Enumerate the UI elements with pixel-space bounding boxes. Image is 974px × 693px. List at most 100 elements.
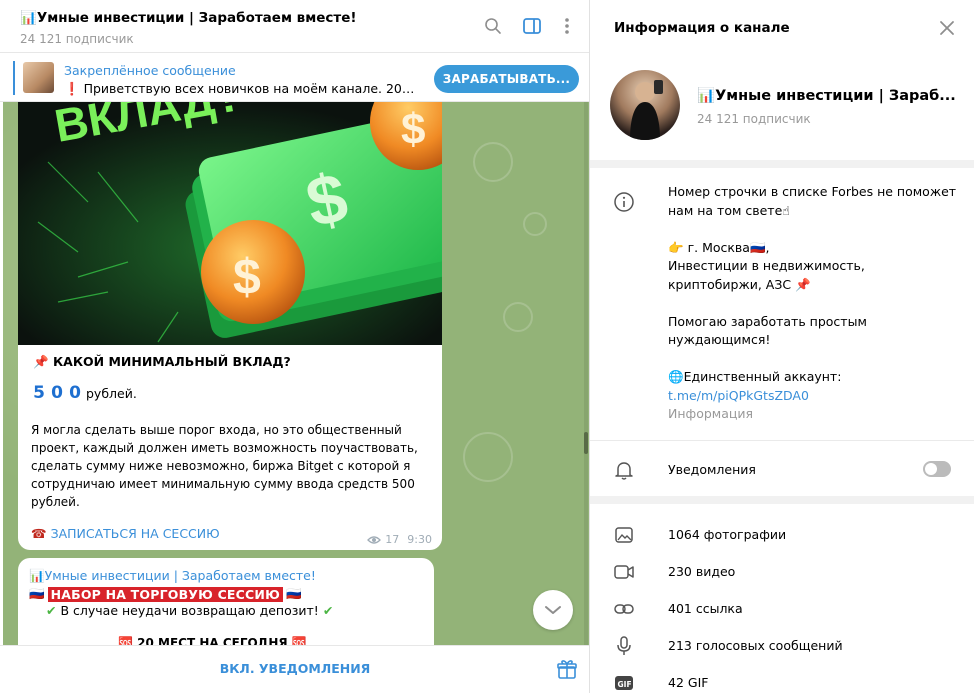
session-tag: НАБОР НА ТОРГОВУЮ СЕССИЮ [47,586,283,602]
views-count: 17 [385,533,400,546]
amount-line: 5 0 0 рублей. [32,385,137,402]
deposit-line: ✔ В случае неудачи возвращаю депозит! ✔ [46,603,333,618]
session-banner: 🇷🇺 НАБОР НА ТОРГОВУЮ СЕССИЮ 🇷🇺 [29,586,302,602]
post-meta: 17 9:30 [367,533,432,546]
pinned-message-bar[interactable]: Закреплённое сообщение ❗ Приветствую все… [0,52,590,102]
russia-flag-icon: 🇷🇺 [285,586,302,601]
desc-line: Помогаю заработать простым нуждающимся! [668,313,867,348]
post-heading-text: КАКОЙ МИНИМАЛЬНЫЙ ВКЛАД? [52,354,291,369]
post-body: Я могла сделать выше порог входа, но это… [31,423,418,509]
seats-line: 🆘 20 МЕСТ НА СЕГОДНЯ 🆘 [118,636,307,645]
media-links[interactable]: 401 ссылка [668,601,743,616]
media-gifs[interactable]: 42 GIF [668,675,708,690]
desc-city: г. Москва [687,239,750,255]
description-label: Информация [668,406,754,421]
enable-notifications-button[interactable]: ВКЛ. УВЕДОМЛЕНИЯ [0,646,590,693]
channel-avatar[interactable] [610,70,680,140]
close-icon[interactable] [937,18,957,38]
channel-description: Номер строчки в списке Forbes не поможет… [668,183,958,424]
svg-text:$: $ [401,105,425,154]
channel-info-panel: Информация о канале 📊Умные инвестиции | … [590,0,974,693]
pinned-text-value: Приветствую всех новичков на моём канале… [83,81,422,96]
chevron-down-icon [545,606,561,614]
pinned-thumbnail [23,62,54,93]
chat-header[interactable]: 📊Умные инвестиции | Заработаем вместе! 2… [0,0,590,52]
digit-badge: 0 [69,383,81,403]
pushpin-icon: 📌 [33,354,49,369]
check-icon: ✔ [322,603,334,618]
seats-line-text: 20 МЕСТ НА СЕГОДНЯ [137,636,288,645]
channel-subscribers: 24 121 подписчик [697,112,811,126]
video-icon [613,561,635,583]
pushpin-icon: 📌 [795,276,811,292]
section-separator [590,160,974,168]
pointing-right-icon: 👉 [668,239,684,255]
account-link[interactable]: t.me/m/piQPkGtsZDA0 [668,388,809,403]
pinned-title: Закреплённое сообщение [64,63,236,78]
notifications-label: Уведомления [668,462,756,477]
chat-title-text: Умные инвестиции | Заработаем вместе! [36,10,357,26]
money-illustration: ВКЛАД? $ $ $ [18,102,442,345]
pointing-hand-icon: ☝ [782,202,790,218]
svg-text:GIF: GIF [618,680,632,689]
post-channel-title[interactable]: 📊Умные инвестиции | Заработаем вместе! [29,568,316,584]
desc-line: Инвестиции в недвижимость, криптобиржи, … [668,258,865,292]
svg-text:$: $ [233,249,261,305]
channel-title: 📊Умные инвестиции | Зараб... [697,87,957,104]
gift-icon[interactable] [556,658,578,680]
chart-emoji-icon: 📊 [20,10,37,26]
sidebar-toggle-icon[interactable] [520,14,544,38]
post-photo[interactable]: ВКЛАД? $ $ $ [18,102,442,345]
media-photos[interactable]: 1064 фотографии [668,527,786,542]
wallpaper-doodle [463,432,513,482]
search-icon[interactable] [481,14,505,38]
link-icon [613,598,635,620]
chart-emoji-icon: 📊 [697,88,716,104]
bottom-bar: ВКЛ. УВЕДОМЛЕНИЯ [0,645,590,693]
wallpaper-doodle [503,302,533,332]
info-circle-icon [613,191,635,213]
post-heading: 📌 КАКОЙ МИНИМАЛЬНЫЙ ВКЛАД? [33,354,291,370]
media-voice[interactable]: 213 голосовых сообщений [668,638,843,653]
earn-button[interactable]: ЗАРАБАТЫВАТЬ... [434,65,579,93]
post-bubble[interactable]: ВКЛАД? $ $ $ 📌 КАКОЙ МИНИМАЛЬНЫЙ ВКЛАД? … [18,102,442,550]
telephone-icon: ☎ [31,526,47,541]
digit-badge: 5 [33,383,45,403]
divider [590,440,974,441]
fire-icon: 🆘 [118,636,133,645]
russia-flag-icon: 🇷🇺 [29,586,45,601]
digit-badge: 0 [51,383,63,403]
wallpaper-doodle [523,212,547,236]
channel-title-text: Умные инвестиции | Зараб... [715,88,956,104]
message-feed[interactable]: ВКЛАД? $ $ $ 📌 КАКОЙ МИНИМАЛЬНЫЙ ВКЛАД? … [3,102,590,645]
bell-icon [613,459,635,481]
chat-title[interactable]: 📊Умные инвестиции | Заработаем вместе! [20,10,357,26]
photo-icon [613,524,635,546]
exclamation-icon: ❗ [64,81,80,96]
wallpaper-doodle [473,142,513,182]
feed-scrollbar[interactable] [584,102,588,645]
gif-icon: GIF [613,672,635,693]
russia-flag-icon: 🇷🇺 [749,239,766,255]
pinned-accent-bar [13,61,15,95]
globe-icon: 🌐 [668,369,684,384]
chart-emoji-icon: 📊 [29,568,45,583]
chat-subscribers: 24 121 подписчик [20,32,134,46]
session-signup-link[interactable]: ☎ ЗАПИСАТЬСЯ НА СЕССИЮ [31,526,220,541]
chat-panel: 📊Умные инвестиции | Заработаем вместе! 2… [0,0,590,693]
scroll-thumb[interactable] [584,432,588,454]
eye-icon [367,535,382,544]
media-videos[interactable]: 230 видео [668,564,735,579]
post-bubble[interactable]: 📊Умные инвестиции | Заработаем вместе! 🇷… [18,558,434,645]
pinned-text: ❗ Приветствую всех новичков на моём кана… [64,81,422,97]
section-separator [590,496,974,504]
more-menu-icon[interactable] [555,14,579,38]
notifications-toggle[interactable] [923,461,951,477]
scroll-down-button[interactable] [533,590,573,630]
desc-line: Единственный аккаунт: [683,369,842,384]
session-signup-link-text[interactable]: ЗАПИСАТЬСЯ НА СЕССИЮ [51,526,220,541]
desc-line: Номер строчки в списке Forbes не поможет… [668,184,957,218]
check-icon: ✔ [46,603,57,618]
post-time: 9:30 [407,533,432,546]
deposit-line-text: В случае неудачи возвращаю депозит! [60,603,319,618]
